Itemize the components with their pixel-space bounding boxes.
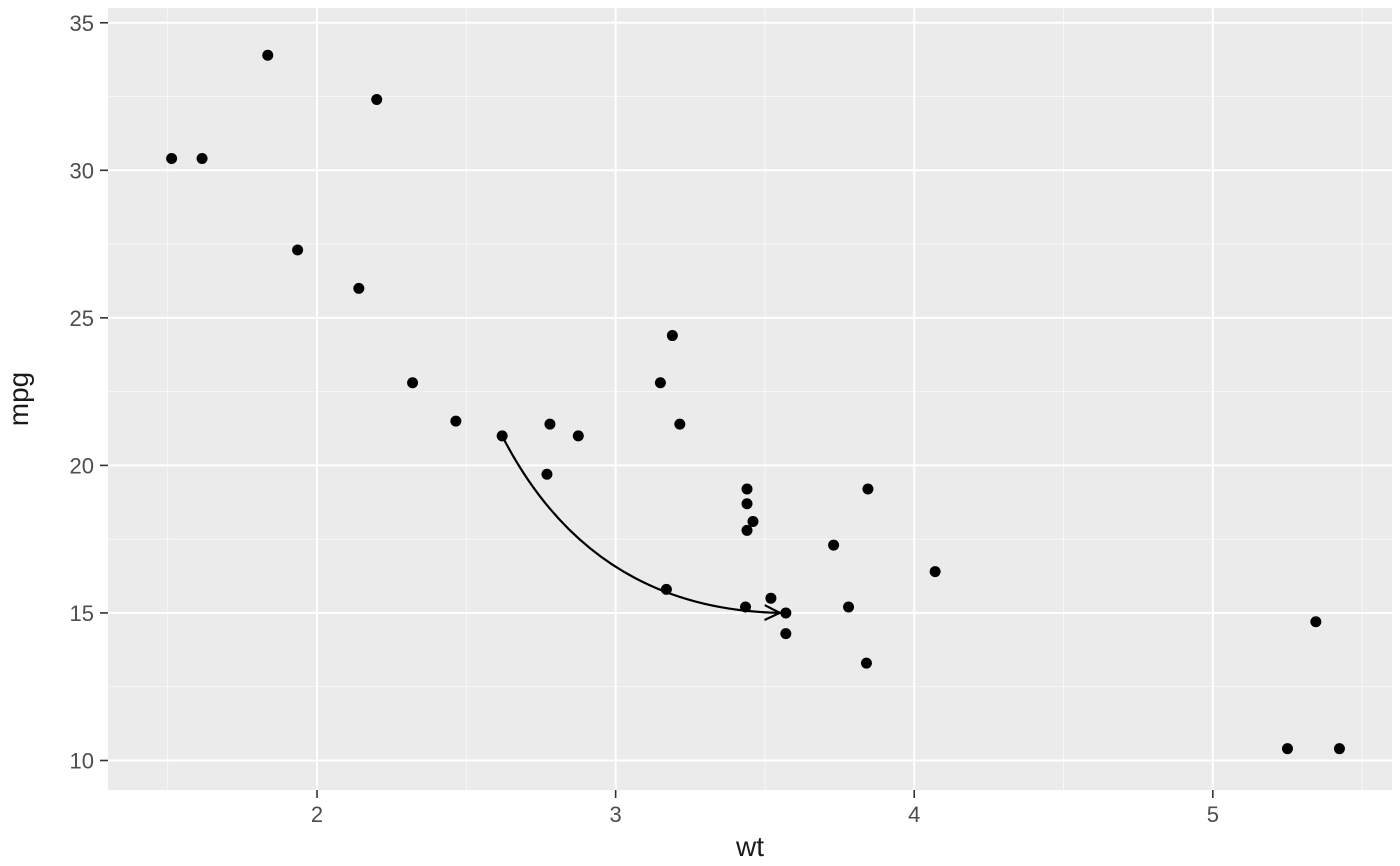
data-point <box>544 419 555 430</box>
y-tick-label: 15 <box>70 601 94 626</box>
y-axis-title: mpg <box>3 372 34 426</box>
data-point <box>353 283 364 294</box>
data-point <box>862 484 873 495</box>
data-point <box>450 416 461 427</box>
data-point <box>1334 743 1345 754</box>
data-point <box>292 244 303 255</box>
x-tick-label: 4 <box>908 802 920 827</box>
data-point <box>1310 616 1321 627</box>
data-point <box>573 430 584 441</box>
data-point <box>828 540 839 551</box>
y-tick-label: 10 <box>70 748 94 773</box>
data-point <box>667 330 678 341</box>
data-point <box>407 377 418 388</box>
data-point <box>742 484 753 495</box>
x-axis-title: wt <box>735 831 764 862</box>
chart-svg: 2 3 4 5 10 15 20 25 30 35 wt mpg <box>0 0 1400 866</box>
data-point <box>861 658 872 669</box>
data-point <box>166 153 177 164</box>
data-point <box>541 469 552 480</box>
data-point <box>197 153 208 164</box>
x-tick-label: 2 <box>311 802 323 827</box>
scatter-chart: 2 3 4 5 10 15 20 25 30 35 wt mpg <box>0 0 1400 866</box>
data-point <box>262 50 273 61</box>
data-point <box>843 602 854 613</box>
data-point <box>742 498 753 509</box>
data-point <box>765 593 776 604</box>
data-point <box>655 377 666 388</box>
data-point <box>780 628 791 639</box>
x-tick-label: 5 <box>1207 802 1219 827</box>
data-point <box>371 94 382 105</box>
data-point <box>930 566 941 577</box>
data-point <box>1282 743 1293 754</box>
y-tick-label: 30 <box>70 158 94 183</box>
y-tick-label: 35 <box>70 11 94 36</box>
y-tick-label: 25 <box>70 306 94 331</box>
x-tick-label: 3 <box>610 802 622 827</box>
y-tick-label: 20 <box>70 453 94 478</box>
data-point <box>674 419 685 430</box>
plot-panel <box>108 8 1392 790</box>
data-point <box>742 525 753 536</box>
